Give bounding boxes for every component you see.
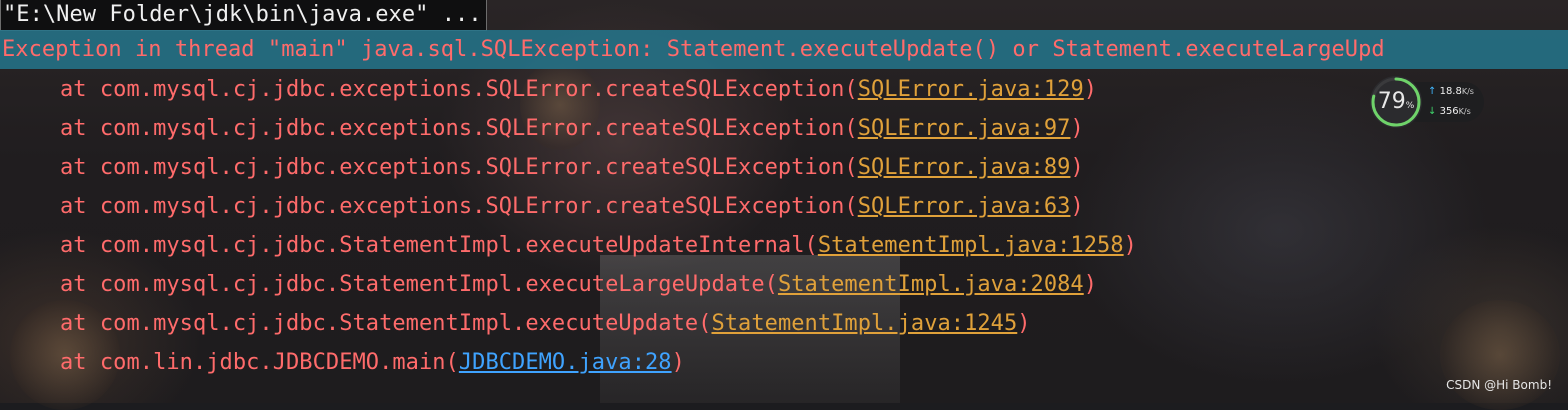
closing-paren: ) [1017,311,1031,336]
download-rate-unit: K/s [1458,107,1471,116]
stack-frame-method: at com.mysql.cj.jdbc.exceptions.SQLError… [60,155,858,180]
upload-arrow-icon: ↑ [1428,86,1437,97]
stack-trace-line: at com.mysql.cj.jdbc.exceptions.SQLError… [60,70,1097,109]
exception-message-line[interactable]: Exception in thread "main" java.sql.SQLE… [0,30,1568,69]
stack-frame-method: at com.lin.jdbc.JDBCDEMO.main( [60,350,459,375]
cpu-usage-text: 79% [1368,74,1424,130]
stack-trace-line: at com.lin.jdbc.JDBCDEMO.main(JDBCDEMO.j… [60,343,685,382]
closing-paren: ) [1123,233,1137,258]
source-file-link[interactable]: SQLError.java:129 [858,77,1084,102]
stack-frame-method: at com.mysql.cj.jdbc.StatementImpl.execu… [60,233,818,258]
closing-paren: ) [1070,155,1084,180]
source-file-link[interactable]: StatementImpl.java:1258 [818,233,1124,258]
stack-frame-method: at com.mysql.cj.jdbc.StatementImpl.execu… [60,311,712,336]
closing-paren: ) [1083,77,1098,102]
download-rate: ↓ 356K/s [1428,106,1471,117]
cpu-usage-value: 79 [1377,89,1406,114]
source-file-link[interactable]: StatementImpl.java:2084 [778,272,1084,297]
closing-paren: ) [671,350,685,375]
source-file-link[interactable]: SQLError.java:63 [858,194,1071,219]
upload-rate-value: 18.8 [1439,86,1462,97]
stack-frame-method: at com.mysql.cj.jdbc.StatementImpl.execu… [60,272,778,297]
stack-trace-line: at com.mysql.cj.jdbc.exceptions.SQLError… [60,109,1084,148]
stack-trace-line: at com.mysql.cj.jdbc.exceptions.SQLError… [60,187,1084,226]
source-file-link[interactable]: JDBCDEMO.java:28 [459,350,672,375]
cpu-usage-unit: % [1405,101,1415,111]
stack-trace-line: at com.mysql.cj.jdbc.StatementImpl.execu… [60,226,1137,265]
source-file-link[interactable]: StatementImpl.java:1245 [711,311,1017,336]
upload-rate-unit: K/s [1461,87,1474,96]
closing-paren: ) [1070,116,1084,141]
stack-trace-line: at com.mysql.cj.jdbc.StatementImpl.execu… [60,265,1097,304]
stack-frame-method: at com.mysql.cj.jdbc.exceptions.SQLError… [60,116,858,141]
closing-paren: ) [1083,272,1098,297]
run-console[interactable]: "E:\New Folder\jdk\bin\java.exe" ... Exc… [0,0,1568,403]
stack-frame-method: at com.mysql.cj.jdbc.exceptions.SQLError… [60,77,858,102]
closing-paren: ) [1070,194,1084,219]
source-file-link[interactable]: SQLError.java:89 [858,155,1071,180]
command-line-text: "E:\New Folder\jdk\bin\java.exe" ... [0,0,487,31]
source-file-link[interactable]: SQLError.java:97 [858,116,1071,141]
stack-trace-line: at com.mysql.cj.jdbc.StatementImpl.execu… [60,304,1031,343]
csdn-watermark: CSDN @Hi Bomb! [1446,378,1552,392]
download-rate-value: 356 [1439,106,1459,117]
upload-rate: ↑ 18.8K/s [1428,86,1474,97]
stack-frame-method: at com.mysql.cj.jdbc.exceptions.SQLError… [60,194,858,219]
stack-trace-line: at com.mysql.cj.jdbc.exceptions.SQLError… [60,148,1084,187]
network-speed-widget[interactable]: 79% ↑ 18.8K/s ↓ 356K/s [1368,74,1486,130]
download-arrow-icon: ↓ [1428,106,1437,117]
